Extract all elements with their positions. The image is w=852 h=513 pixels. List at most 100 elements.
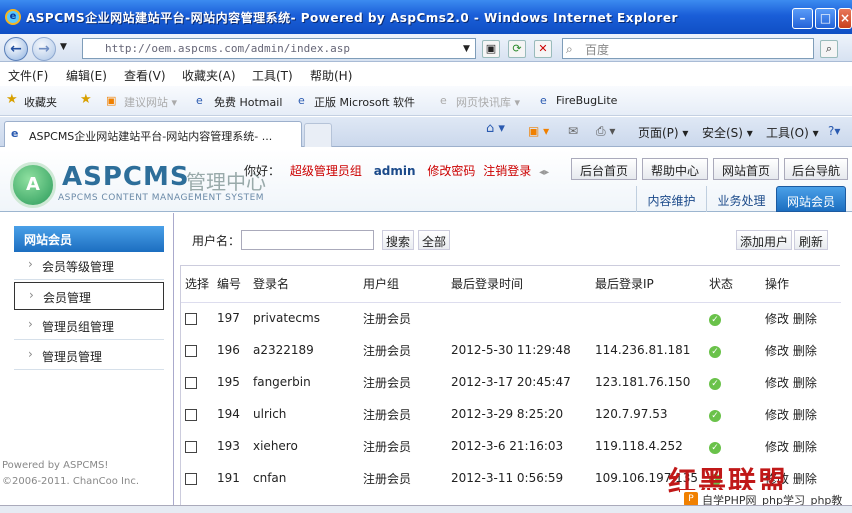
ie-page-icon: e: [540, 94, 547, 107]
status-ok-icon[interactable]: ✓: [709, 441, 721, 454]
compat-view-icon[interactable]: ▣: [482, 40, 500, 58]
favorites-button[interactable]: 收藏夹: [24, 94, 57, 110]
row-group: 注册会员: [363, 343, 412, 358]
status-ok-icon[interactable]: ✓: [709, 345, 721, 358]
row-checkbox[interactable]: [185, 408, 197, 421]
row-login: cnfan: [253, 471, 287, 485]
row-group: 注册会员: [363, 439, 412, 454]
forward-button[interactable]: →: [32, 37, 56, 61]
row-login: a2322189: [253, 343, 314, 357]
favorites-star-icon[interactable]: ★: [6, 92, 18, 107]
fav-firebuglite[interactable]: FireBugLite: [556, 94, 617, 107]
safety-menu[interactable]: 安全(S) ▾: [702, 124, 753, 141]
site-home-button[interactable]: 网站首页: [713, 158, 779, 180]
fav-hotmail[interactable]: 免费 Hotmail: [214, 94, 282, 110]
row-actions[interactable]: 修改 删除: [761, 334, 841, 366]
change-password-link[interactable]: 修改密码: [427, 164, 475, 178]
help-center-button[interactable]: 帮助中心: [642, 158, 708, 180]
col-actions: 操作: [761, 266, 841, 303]
menu-tools[interactable]: 工具(T): [252, 67, 293, 84]
row-time: [447, 302, 591, 334]
menu-file[interactable]: 文件(F): [8, 67, 48, 84]
row-group: 注册会员: [363, 407, 412, 422]
tab-title: ASPCMS企业网站建站平台-网站内容管理系统- ...: [29, 130, 273, 143]
row-id: 191: [217, 471, 240, 485]
fav-suggested-sites[interactable]: 建议网站 ▾: [124, 94, 177, 110]
tab-business[interactable]: 业务处理: [706, 186, 776, 212]
tab-page-icon: e: [11, 127, 19, 140]
status-ok-icon[interactable]: ✓: [709, 377, 721, 390]
member-toolbar: 用户名： 搜索 全部 添加用户 刷新: [180, 222, 838, 258]
all-button[interactable]: 全部: [418, 230, 450, 250]
user-greeting: 你好： 超级管理员组 admin 修改密码 注销登录 ◂▸: [244, 162, 549, 179]
status-ok-icon[interactable]: ✓: [709, 313, 721, 326]
address-dropdown-icon[interactable]: ▼: [463, 44, 470, 54]
sidebar-item-member-levels[interactable]: 会员等级管理: [14, 252, 164, 280]
history-dropdown-icon[interactable]: ▼: [60, 42, 67, 52]
row-checkbox[interactable]: [185, 344, 197, 357]
table-row: 197 privatecms 注册会员 ✓ 修改 删除: [181, 302, 841, 334]
row-actions[interactable]: 修改 删除: [761, 302, 841, 334]
search-input[interactable]: 百度: [562, 38, 814, 59]
sidebar-item-admin-groups[interactable]: 管理员组管理: [14, 312, 164, 340]
address-input[interactable]: http://oem.aspcms.com/admin/index.asp: [82, 38, 476, 59]
window-titlebar: e ASPCMS企业网站建站平台-网站内容管理系统- Powered by As…: [0, 0, 852, 34]
mail-icon[interactable]: ✉: [568, 124, 578, 138]
menu-help[interactable]: 帮助(H): [310, 67, 352, 84]
row-ip: 123.181.76.150: [595, 375, 691, 389]
user-role: 超级管理员组: [289, 164, 362, 178]
sidebar-item-member-management[interactable]: 会员管理: [14, 282, 164, 310]
admin-home-button[interactable]: 后台首页: [571, 158, 637, 180]
help-icon[interactable]: ?▾: [828, 124, 840, 138]
tab-site-members[interactable]: 网站会员: [776, 186, 846, 212]
fav-webslice[interactable]: 网页快讯库 ▾: [456, 94, 520, 110]
page-menu[interactable]: 页面(P) ▾: [638, 124, 688, 141]
scroll-arrows-icon[interactable]: ◂▸: [539, 167, 549, 178]
row-checkbox[interactable]: [185, 312, 197, 325]
col-select: 选择: [181, 266, 213, 303]
row-checkbox[interactable]: [185, 376, 197, 389]
row-login: ulrich: [253, 407, 287, 421]
row-actions[interactable]: 修改 删除: [761, 398, 841, 430]
row-actions[interactable]: 修改 删除: [761, 366, 841, 398]
add-user-button[interactable]: 添加用户: [736, 230, 792, 250]
status-ok-icon[interactable]: ✓: [709, 409, 721, 422]
row-actions[interactable]: 修改 删除: [761, 430, 841, 462]
feeds-icon[interactable]: ▣ ▾: [528, 124, 549, 138]
row-ip: 114.236.81.181: [595, 343, 691, 357]
sidebar-footer: Powered by ASPCMS! ©2006-2011. ChanCoo I…: [2, 458, 139, 490]
stop-icon[interactable]: ✕: [534, 40, 552, 58]
username-input[interactable]: [241, 230, 374, 250]
browser-tab[interactable]: e ASPCMS企业网站建站平台-网站内容管理系统- ...: [4, 121, 302, 147]
ie-icon: e: [5, 9, 21, 25]
add-favorite-icon[interactable]: ★: [80, 92, 92, 107]
menu-edit[interactable]: 编辑(E): [66, 67, 107, 84]
menu-view[interactable]: 查看(V): [124, 67, 166, 84]
minimize-button[interactable]: –: [792, 8, 813, 29]
menu-favorites[interactable]: 收藏夹(A): [182, 67, 236, 84]
sidebar-item-admins[interactable]: 管理员管理: [14, 342, 164, 370]
aspcms-logo-icon: A: [10, 162, 56, 208]
fav-microsoft[interactable]: 正版 Microsoft 软件: [314, 94, 415, 110]
close-button[interactable]: ×: [838, 8, 852, 29]
search-icon[interactable]: ⌕: [820, 40, 838, 58]
back-button[interactable]: ←: [4, 37, 28, 61]
refresh-icon[interactable]: ⟳: [508, 40, 526, 58]
search-engine-icon: ⌕: [566, 42, 573, 56]
row-checkbox[interactable]: [185, 472, 197, 485]
row-checkbox[interactable]: [185, 440, 197, 453]
new-tab-button[interactable]: [304, 123, 332, 147]
refresh-button[interactable]: 刷新: [794, 230, 828, 250]
table-row: 195 fangerbin 注册会员 2012-3-17 20:45:47 12…: [181, 366, 841, 398]
logout-link[interactable]: 注销登录: [483, 164, 531, 178]
tab-content-maintenance[interactable]: 内容维护: [636, 186, 706, 212]
search-button[interactable]: 搜索: [382, 230, 414, 250]
maximize-button[interactable]: □: [815, 8, 836, 29]
tools-menu[interactable]: 工具(O) ▾: [766, 124, 819, 141]
print-icon[interactable]: ⎙ ▾: [596, 124, 615, 139]
status-bar: [0, 505, 852, 513]
row-login: privatecms: [253, 311, 320, 326]
username: admin: [373, 164, 416, 178]
admin-nav-button[interactable]: 后台导航: [784, 158, 848, 180]
home-icon[interactable]: ⌂ ▾: [486, 121, 505, 136]
